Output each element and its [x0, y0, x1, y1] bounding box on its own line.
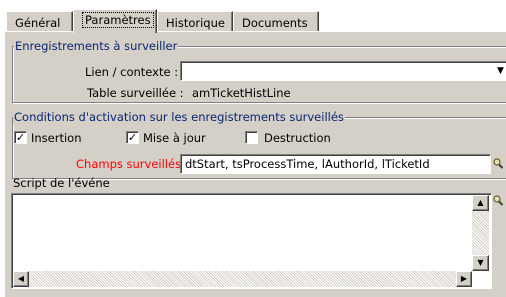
tab-parametres[interactable]: Paramètres	[73, 9, 157, 33]
watched-fields-input[interactable]: dtStart, tsProcessTime, lAuthorId, lTick…	[180, 154, 491, 174]
tab-parametres-label: Paramètres	[82, 12, 154, 28]
scroll-right-icon[interactable]: ▶	[456, 271, 472, 287]
watch-group-title: Enregistrements à surveiller	[14, 39, 179, 53]
insertion-checkbox[interactable]: ✓	[14, 131, 27, 144]
watched-table-label: Table surveillée :	[87, 86, 184, 100]
link-context-combo[interactable]: ▼	[180, 61, 506, 81]
scroll-up-icon[interactable]: ▲	[472, 195, 489, 211]
dropdown-arrow-icon[interactable]: ▼	[497, 66, 504, 76]
horizontal-scrollbar[interactable]: ◀ ▶	[13, 271, 472, 287]
checkmark-icon: ✓	[127, 131, 138, 144]
magnifier-icon[interactable]	[492, 156, 504, 172]
scroll-left-icon[interactable]: ◀	[13, 271, 29, 287]
update-label: Mise à jour	[143, 131, 206, 145]
tab-documents[interactable]: Documents	[233, 11, 319, 32]
destruction-checkbox[interactable]	[245, 131, 258, 144]
vertical-scrollbar[interactable]: ▲ ▼	[472, 195, 489, 271]
checkmark-icon: ✓	[15, 131, 26, 144]
insertion-label: Insertion	[31, 131, 82, 145]
update-checkbox[interactable]: ✓	[126, 131, 139, 144]
watched-fields-value: dtStart, tsProcessTime, lAuthorId, lTick…	[185, 157, 430, 171]
conditions-group-title: Conditions d'activation sur les enregist…	[13, 110, 345, 124]
tab-documents-label: Documents	[242, 16, 308, 30]
script-label: Script de l'événe	[13, 176, 110, 190]
watched-table-value: amTicketHistLine	[192, 86, 291, 100]
scroll-down-icon[interactable]: ▼	[472, 255, 489, 271]
watched-fields-label: Champs surveillés :	[76, 157, 189, 171]
tab-historique-label: Historique	[166, 16, 225, 30]
script-magnifier-icon[interactable]	[492, 193, 504, 209]
tab-historique[interactable]: Historique	[157, 11, 233, 32]
tab-general-label: Général	[15, 16, 61, 30]
destruction-label: Destruction	[264, 131, 331, 145]
link-context-label: Lien / contexte :	[85, 65, 179, 79]
tab-general[interactable]: Général	[6, 11, 73, 32]
script-editor[interactable]: ▲ ▼ ◀ ▶	[11, 193, 492, 289]
